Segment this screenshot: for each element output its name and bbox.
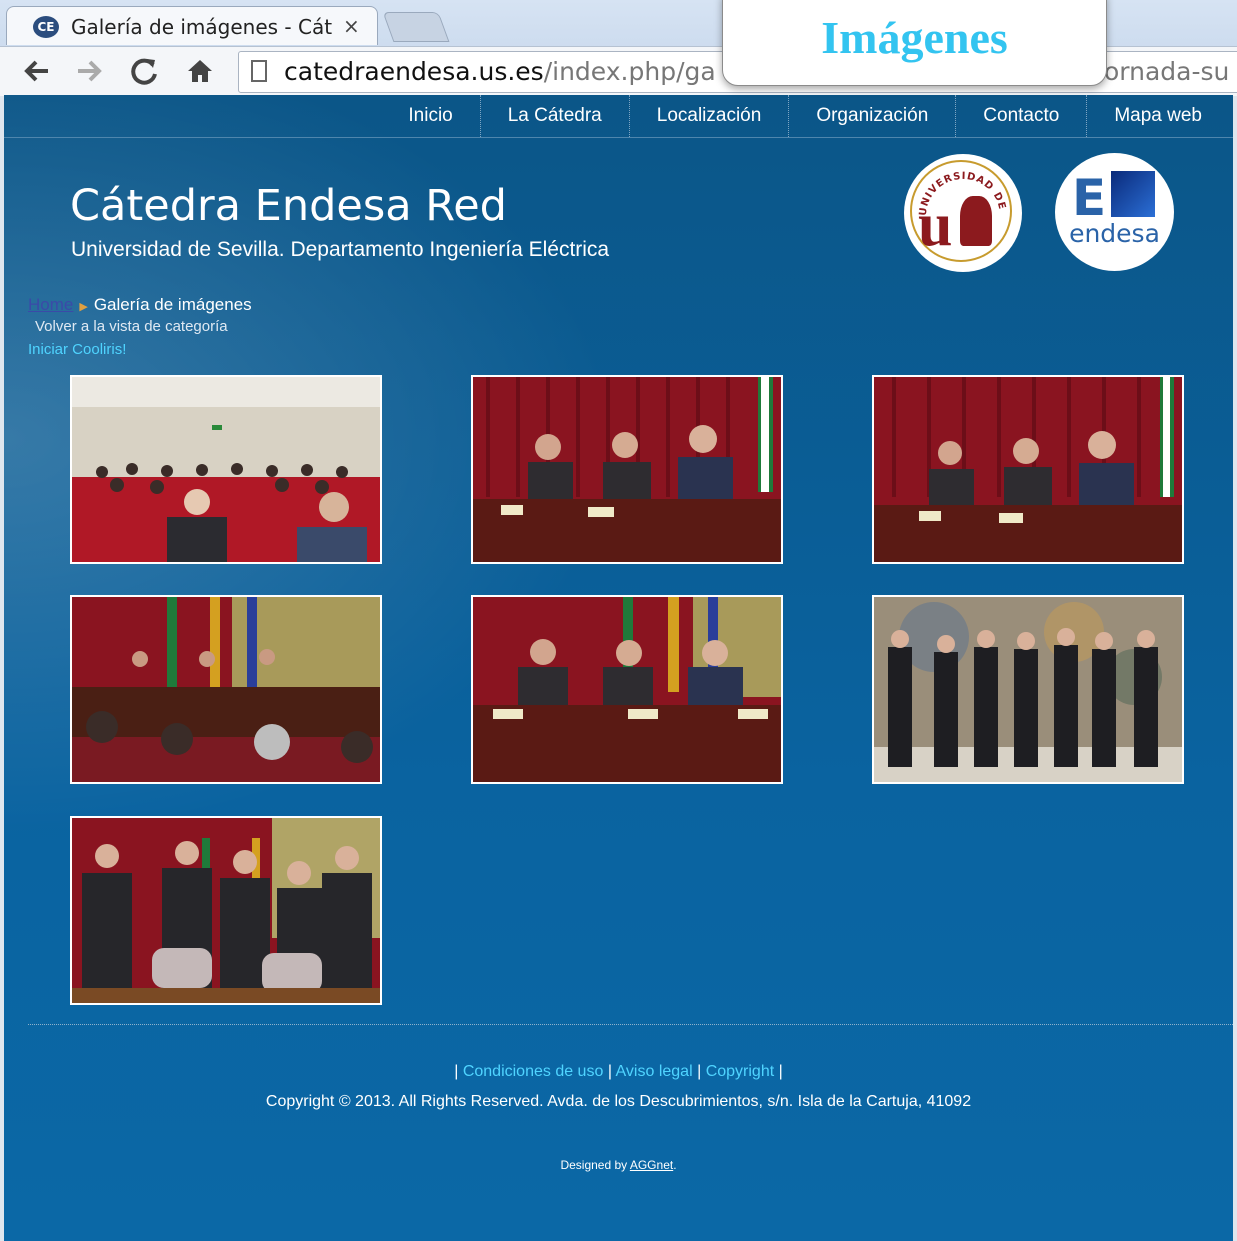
breadcrumb-separator-icon: ▶ [79, 301, 88, 313]
copyright-text: Copyright © 2013. All Rights Reserved. A… [265, 1093, 972, 1110]
main-nav: Inicio La Cátedra Localización Organizac… [4, 95, 1233, 138]
logo-endesa-word: endesa [1069, 219, 1160, 248]
url-text[interactable]: catedraendesa.us.es/index.php/ga [284, 57, 716, 86]
designer-link[interactable]: AGGnet [630, 1158, 673, 1172]
overlay-caption: Imágenes [722, 0, 1107, 86]
designed-by: Designed by AGGnet. [560, 1158, 677, 1172]
footer-divider [28, 1024, 1233, 1025]
gallery-thumbnail[interactable] [872, 375, 1184, 564]
breadcrumb-current: Galería de imágenes [93, 295, 252, 314]
gallery-thumbnail[interactable] [70, 595, 382, 784]
angel-icon [960, 196, 992, 246]
nav-item-la-catedra[interactable]: La Cátedra [479, 95, 629, 137]
endesa-mark-icon [1111, 171, 1155, 217]
forward-icon[interactable] [74, 55, 106, 94]
back-to-category-link[interactable]: Volver a la vista de categoría [35, 318, 228, 335]
favicon-icon: CE [33, 16, 59, 38]
gallery-thumbnail[interactable] [872, 595, 1184, 784]
logo-us-letter: u [918, 191, 953, 259]
back-icon[interactable] [20, 55, 52, 94]
home-icon[interactable] [184, 55, 216, 94]
breadcrumb: Home ▶ Galería de imágenes [28, 295, 252, 315]
gallery-thumbnail[interactable] [70, 816, 382, 1005]
gallery-thumbnail[interactable] [471, 595, 783, 784]
url-tail: ornada-su [1104, 57, 1230, 86]
overlay-caption-text: Imágenes [821, 12, 1008, 63]
site-title[interactable]: Cátedra Endesa Red [70, 181, 507, 231]
cooliris-link[interactable]: Iniciar Cooliris! [28, 341, 126, 358]
page-icon [251, 60, 267, 82]
breadcrumb-home[interactable]: Home [28, 295, 73, 314]
footer-link-copyright[interactable]: Copyright [706, 1063, 774, 1080]
footer-links: | Condiciones de uso | Aviso legal | Cop… [454, 1063, 783, 1080]
gallery-thumbnail[interactable] [471, 375, 783, 564]
browser-tab[interactable]: CE Galería de imágenes - Cát × [6, 6, 378, 45]
nav-item-contacto[interactable]: Contacto [955, 95, 1086, 137]
nav-item-inicio[interactable]: Inicio [381, 95, 479, 137]
endesa-logo[interactable]: E endesa [1055, 153, 1174, 271]
footer-link-aviso-legal[interactable]: Aviso legal [616, 1063, 693, 1080]
universidad-sevilla-logo[interactable]: UNIVERSIDAD DE SEVILLA u [904, 154, 1022, 272]
gallery-thumbnail[interactable] [70, 375, 382, 564]
nav-item-organizacion[interactable]: Organización [788, 95, 955, 137]
nav-item-localizacion[interactable]: Localización [628, 95, 789, 137]
site-subtitle: Universidad de Sevilla. Departamento Ing… [71, 238, 610, 261]
nav-item-mapa-web[interactable]: Mapa web [1086, 95, 1229, 137]
browser-chrome: CE Galería de imágenes - Cát × catedraen… [0, 0, 1237, 96]
close-tab-icon[interactable]: × [343, 14, 360, 38]
page: Inicio La Cátedra Localización Organizac… [4, 95, 1233, 1241]
reload-icon[interactable] [128, 55, 160, 94]
footer-link-condiciones[interactable]: Condiciones de uso [463, 1063, 604, 1080]
tab-title: Galería de imágenes - Cát [71, 15, 333, 39]
new-tab-button[interactable] [382, 12, 450, 42]
